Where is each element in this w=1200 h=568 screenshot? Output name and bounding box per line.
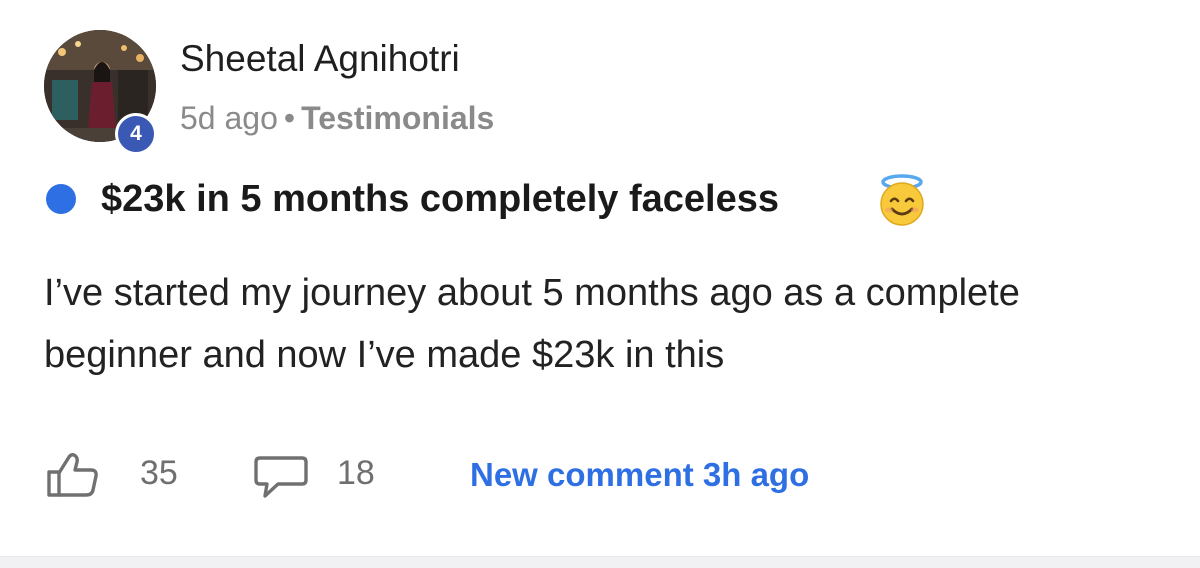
meta-separator: • [283,100,296,136]
post-title[interactable]: $23k in 5 months completely faceless [101,178,779,221]
level-badge: 4 [115,113,157,155]
post-card[interactable]: 4 Sheetal Agnihotri 5d ago • Testimonials … [0,0,1200,556]
author-name[interactable]: Sheetal Agnihotri [180,38,460,80]
new-comment-link[interactable]: New comment 3h ago [470,456,809,494]
feed-divider [0,556,1200,568]
post-category[interactable]: Testimonials [301,100,494,136]
comment-count: 18 [337,454,375,492]
unread-indicator-dot [46,184,76,214]
post-meta: 5d ago • Testimonials [180,100,494,137]
like-count: 35 [140,454,178,492]
smiling-face-with-halo-icon [880,174,924,226]
post-time: 5d ago [180,100,278,136]
author-avatar-container[interactable]: 4 [44,30,157,155]
thumbs-up-icon[interactable] [44,452,100,498]
post-body[interactable]: I’ve started my journey about 5 months a… [44,262,1144,386]
comment-bubble-icon[interactable] [254,454,308,500]
